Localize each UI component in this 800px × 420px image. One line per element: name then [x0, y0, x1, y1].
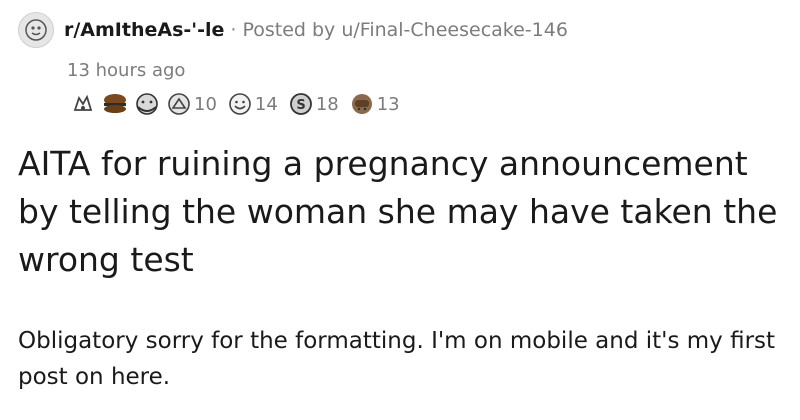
posted-by-text[interactable]: Posted by u/Final-Cheesecake-146 [242, 19, 567, 41]
award-burger[interactable] [102, 91, 128, 117]
post-meta-row: r/AmItheAs-'-le · Posted by u/Final-Cheese… [18, 10, 568, 56]
reddit-post: r/AmItheAs-'-le · Posted by u/Final-Cheese… [0, 0, 800, 420]
award-wholesome-seal[interactable] [70, 91, 96, 117]
award-facepalm[interactable]: 13 [349, 91, 404, 117]
award-helpful[interactable]: 10 [166, 91, 221, 117]
subreddit-icon[interactable] [18, 12, 54, 48]
helpful-award-count: 10 [194, 93, 217, 115]
subreddit-link[interactable]: r/AmItheAs-'-le [64, 19, 224, 41]
meta-separator: · [230, 19, 237, 41]
svg-text:S: S [296, 98, 305, 113]
awards-row[interactable]: 10 14 S 18 13 [70, 89, 410, 119]
wholesome-seal-icon [70, 91, 96, 117]
post-timestamp[interactable]: 13 hours ago [67, 59, 185, 83]
wholesome-award-icon [227, 91, 253, 117]
award-wholesome[interactable]: 14 [227, 91, 282, 117]
post-title[interactable]: AITA for ruining a pregnancy announcemen… [18, 140, 788, 284]
wholesome-award-count: 14 [254, 93, 278, 115]
post-body: Obligatory sorry for the formatting. I'm… [18, 328, 776, 390]
meta-line: r/AmItheAs-'-le · Posted by u/Final-Cheese… [64, 18, 568, 42]
silver-award-count: 18 [315, 93, 339, 115]
award-hugz[interactable] [134, 91, 160, 117]
facepalm-award-count: 13 [376, 93, 400, 115]
facepalm-award-icon [349, 91, 375, 117]
hugz-award-icon [134, 91, 160, 117]
helpful-award-icon [166, 91, 192, 117]
burger-award-icon [102, 91, 128, 117]
silver-award-icon: S [288, 91, 314, 117]
meta-text: r/AmItheAs-'-le · Posted by u/Final-Cheese… [64, 10, 568, 42]
award-silver[interactable]: S 18 [288, 91, 343, 117]
